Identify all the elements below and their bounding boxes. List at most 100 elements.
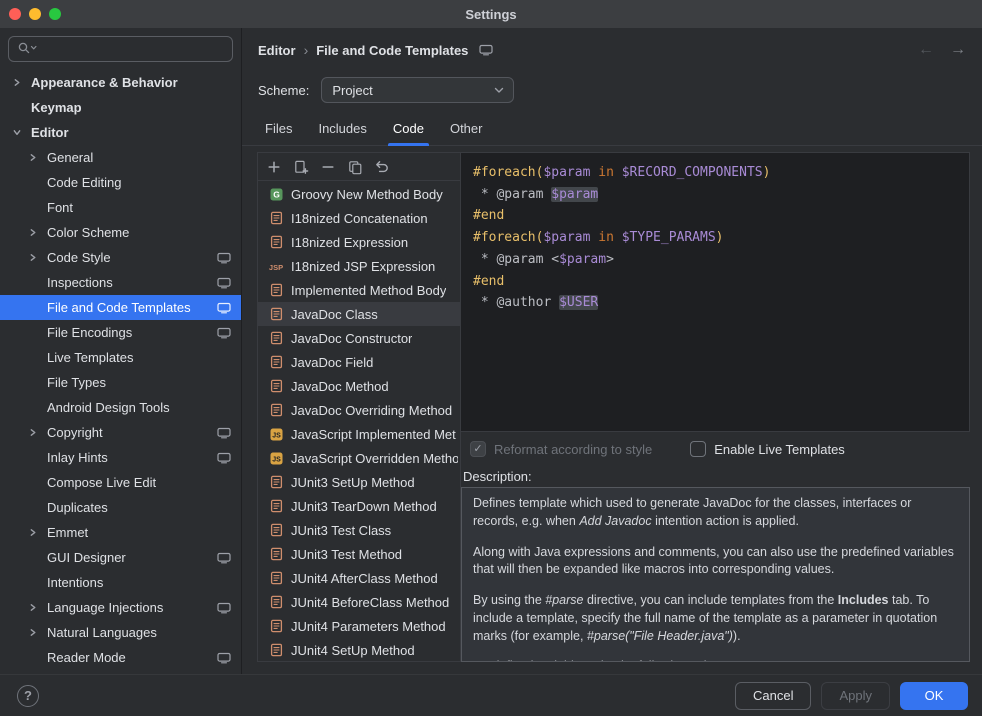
code-line: * @param <$param> [473,249,957,271]
template-item-junit4-afterclass-method[interactable]: JUnit4 AfterClass Method [258,566,460,590]
remove-icon[interactable] [318,157,338,177]
sidebar-item-general[interactable]: General [0,145,241,170]
sidebar-item-copyright[interactable]: Copyright [0,420,241,445]
sidebar-item-emmet[interactable]: Emmet [0,520,241,545]
sidebar-item-intentions[interactable]: Intentions [0,570,241,595]
reformat-label: Reformat according to style [494,442,652,457]
revert-icon[interactable] [372,157,392,177]
sidebar-item-keymap[interactable]: Keymap [0,95,241,120]
footer-buttons: CancelApplyOK [735,682,968,710]
template-item-groovy-new-method-body[interactable]: GGroovy New Method Body [258,182,460,206]
tab-other[interactable]: Other [437,111,496,145]
chevron-right-icon[interactable] [29,428,47,437]
sidebar-item-file-and-code-templates[interactable]: File and Code Templates [0,295,241,320]
template-item-i18nized-jsp-expression[interactable]: JSPI18nized JSP Expression [258,254,460,278]
template-item-junit3-teardown-method[interactable]: JUnit3 TearDown Method [258,494,460,518]
search-icon [17,41,39,58]
reformat-checkbox[interactable]: Reformat according to style [470,441,652,457]
sidebar-item-label: Natural Languages [47,625,157,640]
duplicate-icon[interactable] [345,157,365,177]
groovy-icon: G [268,188,284,201]
template-editor[interactable]: #foreach($param in $RECORD_COMPONENTS) *… [461,152,970,432]
sidebar-item-inlay-hints[interactable]: Inlay Hints [0,445,241,470]
sidebar-item-label: Inspections [47,275,113,290]
sidebar-item-duplicates[interactable]: Duplicates [0,495,241,520]
sidebar-item-editor[interactable]: Editor [0,120,241,145]
enable-live-templates-label: Enable Live Templates [714,442,845,457]
template-item-javadoc-overriding-method[interactable]: JavaDoc Overriding Method [258,398,460,422]
zoom-button[interactable] [49,8,61,20]
sidebar-item-code-editing[interactable]: Code Editing [0,170,241,195]
template-item-javascript-overridden-metho[interactable]: JSJavaScript Overridden Metho [258,446,460,470]
tab-label: Other [450,121,483,136]
sidebar-item-live-templates[interactable]: Live Templates [0,345,241,370]
tab-includes[interactable]: Includes [305,111,379,145]
tab-files[interactable]: Files [252,111,305,145]
sidebar-item-natural-languages[interactable]: Natural Languages [0,620,241,645]
sidebar-item-appearance-behavior[interactable]: Appearance & Behavior [0,70,241,95]
sidebar-item-color-scheme[interactable]: Color Scheme [0,220,241,245]
forward-arrow-button[interactable]: → [950,42,966,58]
chevron-right-icon[interactable] [13,78,31,87]
sidebar-item-inspections[interactable]: Inspections [0,270,241,295]
template-item-javadoc-method[interactable]: JavaDoc Method [258,374,460,398]
chevron-right-icon[interactable] [29,528,47,537]
template-item-javadoc-class[interactable]: JavaDoc Class [258,302,460,326]
template-tabs: FilesIncludesCode Other [242,108,982,146]
code-line: * @author $USER [473,292,957,314]
template-icon [268,643,284,657]
enable-live-templates-checkbox[interactable]: Enable Live Templates [690,441,845,457]
template-item-i18nized-expression[interactable]: I18nized Expression [258,230,460,254]
dialog-body: Appearance & BehaviorKeymap Editor General… [0,28,982,674]
ok-button[interactable]: OK [900,682,968,710]
add-child-icon[interactable] [291,157,311,177]
sidebar-item-compose-live-edit[interactable]: Compose Live Edit [0,470,241,495]
help-button[interactable]: ? [17,685,39,707]
template-item-i18nized-concatenation[interactable]: I18nized Concatenation [258,206,460,230]
sidebar-item-file-types[interactable]: File Types [0,370,241,395]
template-item-javadoc-constructor[interactable]: JavaDoc Constructor [258,326,460,350]
breadcrumb-item-file-and-code-templates[interactable]: File and Code Templates [316,43,468,58]
scheme-row: Scheme: Project [242,72,982,108]
template-item-junit4-setup-method[interactable]: JUnit4 SetUp Method [258,638,460,661]
template-item-junit3-test-class[interactable]: JUnit3 Test Class [258,518,460,542]
sidebar-item-language-injections[interactable]: Language Injections [0,595,241,620]
minimize-button[interactable] [29,8,41,20]
sidebar-item-reader-mode[interactable]: Reader Mode [0,645,241,670]
template-detail-panel: #foreach($param in $RECORD_COMPONENTS) *… [461,152,970,662]
template-item-junit3-test-method[interactable]: JUnit3 Test Method [258,542,460,566]
template-item-junit4-beforeclass-method[interactable]: JUnit4 BeforeClass Method [258,590,460,614]
cancel-button[interactable]: Cancel [735,682,811,710]
sidebar-item-file-encodings[interactable]: File Encodings [0,320,241,345]
sidebar-item-code-style[interactable]: Code Style [0,245,241,270]
history-nav: ← → [918,42,966,58]
template-item-javascript-implemented-met[interactable]: JSJavaScript Implemented Met [258,422,460,446]
breadcrumb-item-editor[interactable]: Editor [258,43,296,58]
chevron-right-icon[interactable] [29,153,47,162]
sidebar-item-android-design-tools[interactable]: Android Design Tools [0,395,241,420]
checkbox-icon [690,441,706,457]
template-item-implemented-method-body[interactable]: Implemented Method Body [258,278,460,302]
template-list: GGroovy New Method BodyI18nized Concaten… [258,181,460,661]
search-box[interactable] [8,36,233,62]
tab-code[interactable]: Code [380,111,437,145]
close-button[interactable] [9,8,21,20]
scheme-select[interactable]: Project [321,77,514,103]
traffic-lights [9,0,61,28]
sidebar-item-gui-designer[interactable]: GUI Designer [0,545,241,570]
description-panel[interactable]: Defines template which used to generate … [461,487,970,662]
chevron-right-icon[interactable] [29,228,47,237]
settings-search-input[interactable] [44,42,224,57]
chevron-right-icon[interactable] [29,603,47,612]
template-item-junit3-setup-method[interactable]: JUnit3 SetUp Method [258,470,460,494]
template-item-javadoc-field[interactable]: JavaDoc Field [258,350,460,374]
chevron-right-icon[interactable] [29,253,47,262]
sidebar-item-label: Editor [31,125,69,140]
sidebar-item-label: Language Injections [47,600,163,615]
sidebar-item-font[interactable]: Font [0,195,241,220]
chevron-right-icon[interactable] [29,628,47,637]
template-item-junit4-parameters-method[interactable]: JUnit4 Parameters Method [258,614,460,638]
add-icon[interactable] [264,157,284,177]
back-arrow-button[interactable]: ← [918,42,934,58]
chevron-down-icon[interactable] [13,128,31,137]
